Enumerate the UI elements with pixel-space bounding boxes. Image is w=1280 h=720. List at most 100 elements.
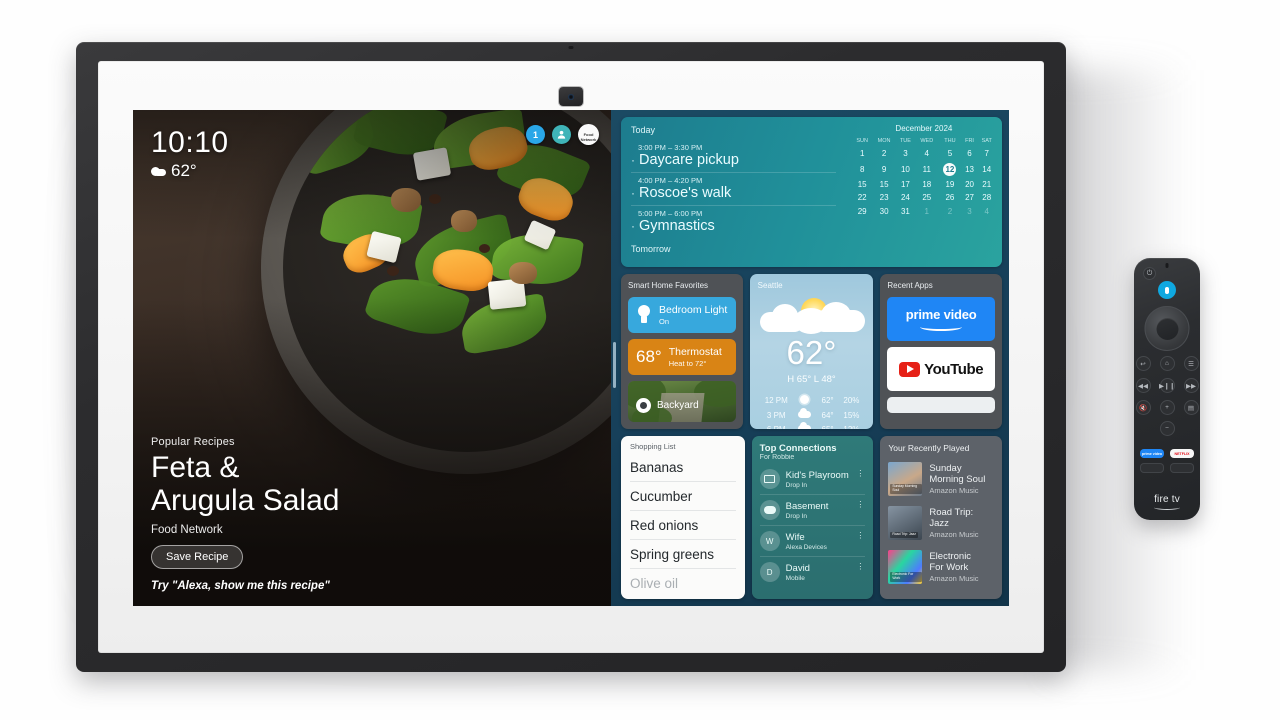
list-item[interactable]: Kid's Playroom Drop In ⋮ xyxy=(759,464,866,495)
calendar-day-cell[interactable]: 29 xyxy=(852,205,873,218)
calendar-day-cell[interactable]: 2 xyxy=(873,147,896,160)
play-pause-button[interactable]: ▶❙❙ xyxy=(1159,378,1175,393)
calendar-day-cell[interactable]: 4 xyxy=(978,205,997,218)
calendar-day-cell[interactable]: 26 xyxy=(938,191,961,204)
hour-precip: 12% xyxy=(843,424,860,430)
calendar-month-grid[interactable]: December 2024 SUN MON TUE WED THU FRI SAT 1234… xyxy=(846,117,1002,267)
calendar-day-cell[interactable]: 7 xyxy=(978,147,997,160)
more-options-icon[interactable]: ⋮ xyxy=(856,470,864,478)
calendar-day-cell[interactable]: 22 xyxy=(852,191,873,204)
track-title-line1: Electronic xyxy=(929,550,972,562)
calendar-widget[interactable]: Today 3:00 PM – 3:30 PM · Daycare pickup… xyxy=(621,117,1002,267)
remote-extra-button[interactable] xyxy=(1140,463,1164,473)
top-connections-widget[interactable]: Top Connections For Robbie Kid's Playroo… xyxy=(751,436,874,599)
volume-down-button[interactable]: − xyxy=(1159,421,1175,436)
more-options-icon[interactable]: ⋮ xyxy=(856,501,864,509)
remote-prime-video-button[interactable]: prime video xyxy=(1140,449,1164,458)
calendar-day-cell[interactable]: 14 xyxy=(978,160,997,177)
recently-played-widget[interactable]: Your Recently Played Sunday Morning Soul… xyxy=(880,436,1003,599)
calendar-day-cell[interactable]: 30 xyxy=(873,205,896,218)
smart-home-light-tile[interactable]: Bedroom Light On xyxy=(628,297,736,333)
calendar-day-cell[interactable]: 3 xyxy=(896,147,916,160)
calendar-day-cell[interactable]: 27 xyxy=(962,191,978,204)
menu-button[interactable]: ☰ xyxy=(1183,356,1199,371)
app-tile-prime-video[interactable]: prime video xyxy=(887,297,996,341)
mute-button[interactable]: 🔇 xyxy=(1135,400,1151,415)
back-button[interactable]: ↩ xyxy=(1135,356,1151,371)
calendar-day-cell[interactable]: 9 xyxy=(873,160,896,177)
fast-forward-button[interactable]: ▶▶ xyxy=(1183,378,1199,393)
youtube-play-icon xyxy=(899,361,921,377)
power-icon[interactable]: ⏻ xyxy=(1143,267,1156,280)
calendar-day-cell[interactable]: 5 xyxy=(938,147,961,160)
calendar-day-cell[interactable]: 17 xyxy=(896,178,916,191)
select-button[interactable] xyxy=(1156,317,1178,340)
weather-widget[interactable]: Seattle 62° H 65° L 48° 12 PM 62° 20% 3 … xyxy=(749,274,874,430)
smart-home-camera-tile[interactable]: Backyard xyxy=(628,381,736,422)
save-recipe-button[interactable]: Save Recipe xyxy=(151,545,244,569)
list-item[interactable]: Sunday Morning Soul Sunday Morning Soul … xyxy=(888,457,994,501)
list-item[interactable]: W Wife Alexa Devices ⋮ xyxy=(759,526,866,557)
calendar-day-cell[interactable]: 2 xyxy=(938,205,961,218)
home-button[interactable]: ⌂ xyxy=(1159,356,1175,371)
calendar-day-cell[interactable]: 3 xyxy=(962,205,978,218)
calendar-day-cell[interactable]: 1 xyxy=(915,205,938,218)
notification-badge[interactable]: 1 xyxy=(526,125,545,144)
calendar-day-cell[interactable]: 24 xyxy=(896,191,916,204)
shopping-list-widget[interactable]: Shopping List Bananas Cucumber Red onion… xyxy=(621,436,745,599)
app-tile-next-partial[interactable] xyxy=(887,397,996,413)
remote-netflix-button[interactable]: NETFLIX xyxy=(1170,449,1194,458)
app-tile-youtube[interactable]: YouTube xyxy=(887,347,996,391)
list-item[interactable]: 3:00 PM – 3:30 PM · Daycare pickup xyxy=(631,140,836,173)
calendar-day-cell[interactable]: 28 xyxy=(978,191,997,204)
list-item[interactable]: D David Mobile ⋮ xyxy=(759,557,866,587)
more-options-icon[interactable]: ⋮ xyxy=(856,563,864,571)
calendar-day-cell[interactable]: 10 xyxy=(896,160,916,177)
calendar-month-label: December 2024 xyxy=(895,124,953,133)
calendar-day-cell[interactable]: 4 xyxy=(915,147,938,160)
guide-button[interactable]: ▤ xyxy=(1183,400,1199,415)
calendar-day-cell[interactable]: 19 xyxy=(938,178,961,191)
calendar-day-cell[interactable]: 25 xyxy=(915,191,938,204)
calendar-day-cell[interactable]: 15 xyxy=(852,178,873,191)
list-item[interactable]: Spring greens xyxy=(630,540,736,569)
list-item[interactable]: Basement Drop In ⋮ xyxy=(759,495,866,526)
list-item[interactable]: 4:00 PM – 4:20 PM · Roscoe's walk xyxy=(631,173,836,206)
panel-drag-handle[interactable] xyxy=(613,342,616,388)
remote-extra-button[interactable] xyxy=(1170,463,1194,473)
rewind-button[interactable]: ◀◀ xyxy=(1135,378,1151,393)
calendar-day-cell[interactable]: 13 xyxy=(962,160,978,177)
calendar-today-marker[interactable]: 12 xyxy=(943,162,957,176)
volume-up-button[interactable]: + xyxy=(1159,400,1175,415)
recipe-hero-panel[interactable]: 10:10 62° 1 Food Network Popular Recipes… xyxy=(133,110,611,606)
calendar-day-cell[interactable]: 8 xyxy=(852,160,873,177)
calendar-day-cell[interactable]: 18 xyxy=(915,178,938,191)
list-item[interactable]: Bananas xyxy=(630,453,736,482)
more-options-icon[interactable]: ⋮ xyxy=(856,532,864,540)
list-item[interactable]: Olive oil xyxy=(630,569,736,597)
calendar-day-cell[interactable]: 31 xyxy=(896,205,916,218)
list-item[interactable]: Red onions xyxy=(630,511,736,540)
list-item[interactable]: 5:00 PM – 6:00 PM · Gymnastics xyxy=(631,206,836,238)
list-item[interactable]: Road Trip: Jazz Road Trip: Jazz Amazon M… xyxy=(888,501,994,545)
calendar-day-cell[interactable]: 1 xyxy=(852,147,873,160)
alexa-hint-text: Try "Alexa, show me this recipe" xyxy=(151,580,330,592)
dpad-ring[interactable] xyxy=(1144,306,1190,351)
smart-home-thermostat-tile[interactable]: 68° Thermostat Heat to 72° xyxy=(628,339,736,375)
list-item[interactable]: Electronic For Work Electronic For Work … xyxy=(888,545,994,589)
calendar-day-cell[interactable]: 15 xyxy=(873,178,896,191)
person-avatar-icon[interactable] xyxy=(552,125,571,144)
calendar-day-cell[interactable]: 20 xyxy=(962,178,978,191)
calendar-day-cell[interactable]: 6 xyxy=(962,147,978,160)
cloud-icon xyxy=(793,421,816,429)
calendar-day-cell[interactable]: 23 xyxy=(873,191,896,204)
calendar-day-cell[interactable]: 12 xyxy=(938,160,961,177)
list-item[interactable]: Cucumber xyxy=(630,482,736,511)
calendar-events-list[interactable]: Today 3:00 PM – 3:30 PM · Daycare pickup… xyxy=(621,117,846,267)
smart-home-widget[interactable]: Smart Home Favorites Bedroom Light On 68… xyxy=(621,274,743,429)
microphone-icon[interactable] xyxy=(1158,281,1176,299)
calendar-day-cell[interactable]: 11 xyxy=(915,160,938,177)
fire-tv-remote[interactable]: ⏻ ↩ ⌂ ☰ ◀◀ ▶❙❙ ▶▶ 🔇 + − ▤ prime video NE… xyxy=(1134,258,1200,520)
calendar-day-cell[interactable]: 21 xyxy=(978,178,997,191)
recent-apps-widget[interactable]: Recent Apps prime video YouTube xyxy=(880,274,1003,429)
